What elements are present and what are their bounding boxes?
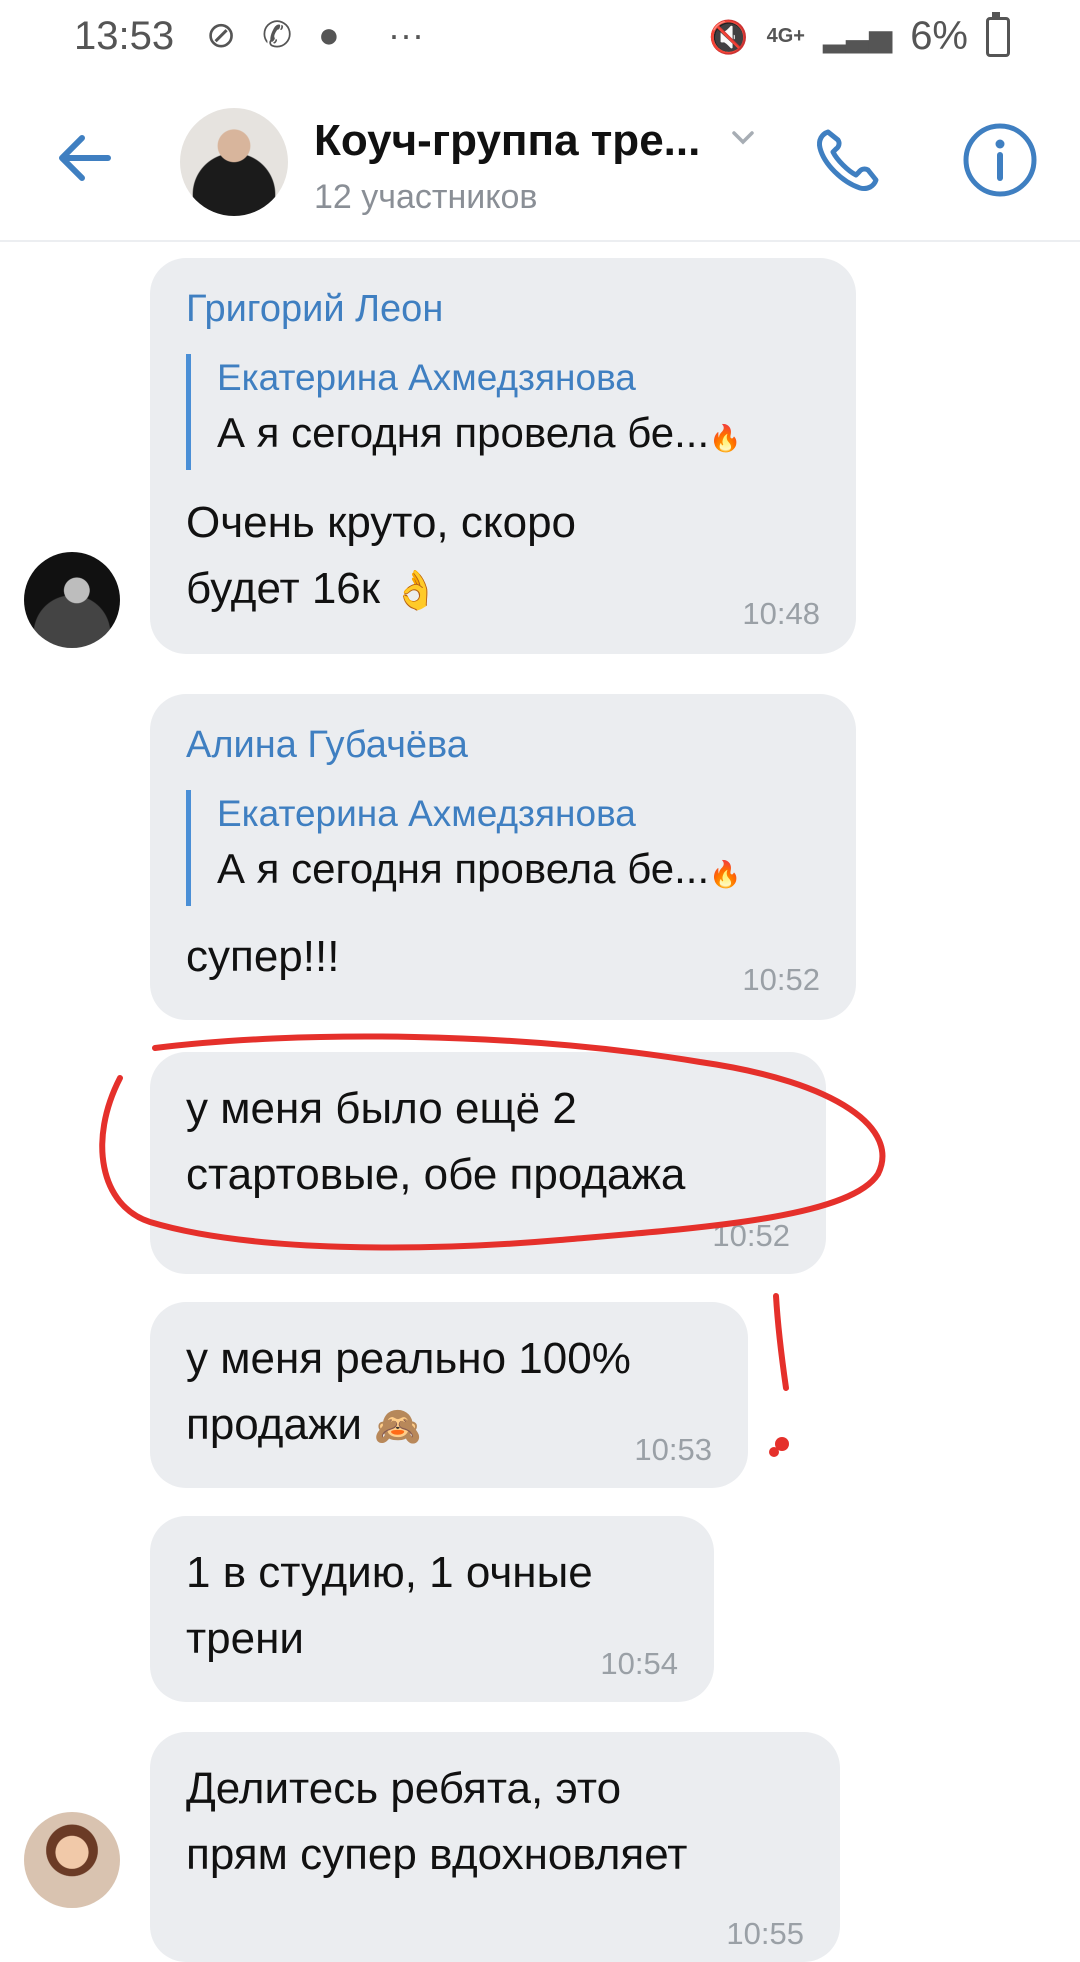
message-bubble[interactable]: у меня реально 100% продажи 🙈 10:53 <box>150 1302 748 1488</box>
message-text: Очень круто, скоро будет 16к 👌 <box>186 498 577 613</box>
message-bubble[interactable]: 1 в студию, 1 очные трени 10:54 <box>150 1516 714 1702</box>
link-icon: ⊘ <box>206 14 237 55</box>
message-time: 10:55 <box>726 1916 804 1951</box>
message-bubble[interactable]: Алина Губачёва Екатерина Ахмедзянова А я… <box>150 694 856 1020</box>
message-bubble[interactable]: Делитесь ребята, это прям супер вдохновл… <box>150 1732 840 1962</box>
fire-icon: 🔥 <box>709 424 742 454</box>
message-time: 10:53 <box>634 1432 712 1467</box>
reply-quote[interactable]: Екатерина Ахмедзянова А я сегодня провел… <box>186 354 742 470</box>
message-time: 10:52 <box>742 962 820 997</box>
message-time: 10:54 <box>600 1646 678 1681</box>
signal-icon: ▂▃▅ <box>822 20 893 53</box>
status-right: 🔇 4G+ ▂▃▅ 6% <box>708 11 1010 59</box>
reply-quote[interactable]: Екатерина Ахмедзянова А я сегодня провел… <box>186 790 742 906</box>
mute-icon: 🔇 <box>708 18 749 55</box>
status-bar: 13:53 ⊘ ✆ ● ··· 🔇 4G+ ▂▃▅ 6% <box>0 0 1080 80</box>
chat-title[interactable]: Коуч-группа тре... <box>314 116 700 166</box>
message-text: у меня реально 100% продажи 🙈 <box>186 1334 631 1449</box>
see-no-evil-monkey-emoji: 🙈 <box>374 1404 422 1448</box>
ok-hand-emoji: 👌 <box>392 568 440 612</box>
message-bubble[interactable]: Григорий Леон Екатерина Ахмедзянова А я … <box>150 258 856 654</box>
participants-count: 12 участников <box>314 178 538 216</box>
message-sender[interactable]: Григорий Леон <box>186 288 443 331</box>
more-notifications-icon: ··· <box>388 14 424 55</box>
message-text: Делитесь ребята, это прям супер вдохновл… <box>186 1764 688 1879</box>
reply-author: Екатерина Ахмедзянова <box>217 357 636 398</box>
message-bubble[interactable]: у меня было ещё 2 стартовые, обе продажа… <box>150 1052 826 1274</box>
reply-author: Екатерина Ахмедзянова <box>217 793 636 834</box>
reply-text: А я сегодня провела бе...🔥 <box>217 845 742 892</box>
reply-text: А я сегодня провела бе...🔥 <box>217 409 742 456</box>
avatar[interactable] <box>24 1812 120 1908</box>
message-text: 1 в студию, 1 очные трени <box>186 1548 593 1663</box>
message-text: у меня было ещё 2 стартовые, обе продажа <box>186 1084 686 1199</box>
message-sender[interactable]: Алина Губачёва <box>186 724 468 767</box>
fire-icon: 🔥 <box>709 860 742 890</box>
viber-icon: ✆ <box>262 14 293 55</box>
network-type: 4G+ <box>766 25 805 47</box>
message-icon: ● <box>318 14 340 55</box>
chat-header: Коуч-группа тре... 12 участников <box>0 80 1080 242</box>
info-icon[interactable] <box>960 120 1040 200</box>
group-avatar[interactable] <box>180 108 288 216</box>
message-time: 10:52 <box>712 1218 790 1253</box>
battery-level: 6% <box>910 14 968 58</box>
battery-icon <box>986 11 1010 57</box>
phone-icon[interactable] <box>808 120 888 200</box>
avatar[interactable] <box>24 552 120 648</box>
message-time: 10:48 <box>742 596 820 631</box>
status-time: 13:53 <box>74 14 175 58</box>
message-text: супер!!! <box>186 932 340 981</box>
chevron-down-icon[interactable] <box>730 124 756 150</box>
back-arrow-icon[interactable] <box>52 125 118 191</box>
